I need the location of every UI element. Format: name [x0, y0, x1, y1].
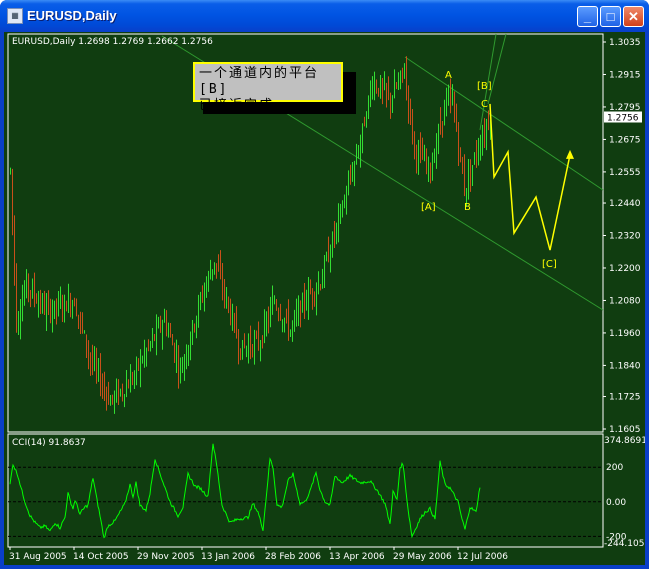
price-tick-label: 1.2555: [609, 168, 641, 178]
price-tick-label: 1.1960: [609, 329, 641, 339]
cci-level-label: 0.00: [606, 498, 626, 508]
date-tick-label: 28 Feb 2006: [265, 552, 321, 562]
date-tick-label: 12 Jul 2006: [457, 552, 508, 562]
date-tick-label: 14 Oct 2005: [73, 552, 129, 562]
close-button[interactable]: ✕: [623, 6, 644, 27]
channel-upper-line: [404, 56, 604, 191]
price-tick-label: 1.1725: [609, 393, 641, 403]
chart-area[interactable]: 1.3035 1.2915 1.2795 1.2675 1.2555 1.2440 1.23…: [4, 32, 645, 565]
wave-label-a-bracket: [A]: [421, 202, 436, 213]
chart-window-icon[interactable]: ▦: [7, 8, 23, 24]
price-tick-label: 1.1840: [609, 361, 641, 371]
date-tick-label: 29 Nov 2005: [137, 552, 195, 562]
projection-arrow-icon: [566, 149, 574, 159]
wave-label-a: A: [445, 70, 452, 81]
indicator-frame: [7, 433, 604, 548]
price-tick-label: 1.2080: [609, 296, 641, 306]
current-price-label: 1.2756: [607, 114, 639, 124]
projection-path: [489, 103, 571, 251]
minimize-button[interactable]: _: [577, 6, 598, 27]
chart-window: ▦ EURUSD,Daily _ □ ✕ 1.3035 1.2915 1.2795 1…: [0, 0, 649, 569]
date-tick-label: 31 Aug 2005: [9, 552, 67, 562]
date-tick-label: 29 May 2006: [393, 552, 452, 562]
text-note[interactable]: 一个通道内的平台[B] 已接近完成: [193, 62, 343, 113]
price-tick-label: 1.3035: [609, 38, 641, 48]
price-tick-label: 1.2200: [609, 264, 641, 274]
date-tick-label: 13 Apr 2006: [329, 552, 385, 562]
price-tick-label: 1.2440: [609, 199, 641, 209]
cci-line: [9, 443, 481, 539]
window-title: EURUSD,Daily: [27, 8, 117, 23]
price-tick-label: 1.2320: [609, 232, 641, 242]
wave-label-b-bracket: [B]: [477, 81, 492, 92]
cci-level-label: 200: [606, 463, 623, 473]
title-bar[interactable]: ▦ EURUSD,Daily _ □ ✕: [0, 0, 649, 32]
note-line-1: 一个通道内的平台[B]: [199, 66, 320, 97]
price-tick-label: 1.2675: [609, 135, 641, 145]
cci-min-label: -244.105: [604, 539, 644, 549]
trend-line-steep-2: [487, 33, 507, 105]
note-line-2: 已接近完成: [199, 98, 275, 113]
wave-label-b: B: [464, 202, 471, 213]
maximize-button[interactable]: □: [600, 6, 621, 27]
date-tick-label: 13 Jan 2006: [201, 552, 255, 562]
price-tick-label: 1.1605: [609, 425, 641, 435]
chart-header: EURUSD,Daily 1.2698 1.2769 1.2662 1.2756: [12, 37, 213, 47]
cci-header: CCI(14) 91.8637: [12, 438, 86, 448]
price-tick-label: 1.2795: [609, 103, 641, 113]
wave-label-c-bracket: [C]: [542, 259, 557, 270]
wave-label-c: C: [481, 99, 488, 110]
cci-max-label: 374.8691: [604, 436, 645, 446]
price-tick-label: 1.2915: [609, 70, 641, 80]
